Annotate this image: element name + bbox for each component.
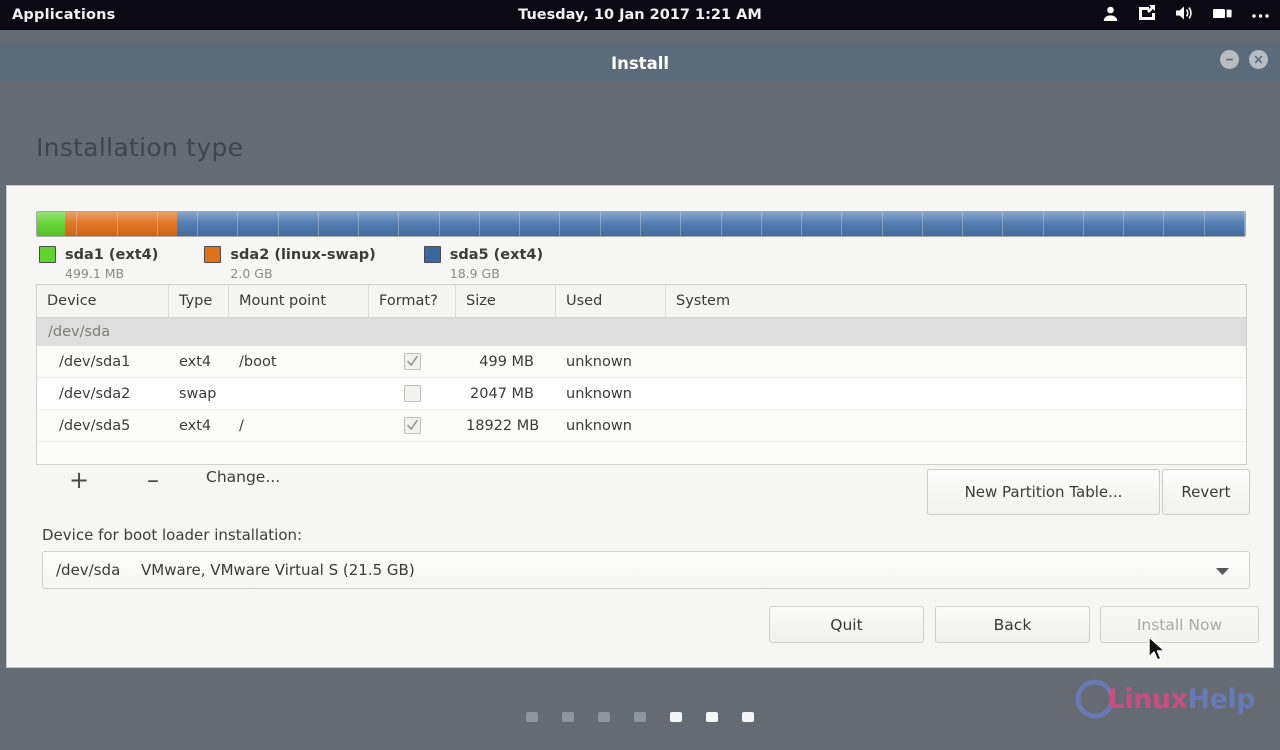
step-dot-active[interactable] bbox=[670, 712, 682, 722]
table-row[interactable]: /dev/sda2 swap 2047 MB unknown bbox=[37, 378, 1246, 410]
step-dot[interactable] bbox=[598, 712, 610, 722]
disk-usage-bar bbox=[36, 211, 1246, 237]
chevron-down-icon[interactable] bbox=[1215, 561, 1230, 580]
cell-device: /dev/sda1 bbox=[59, 353, 131, 370]
installation-type-panel: sda1 (ext4) 499.1 MB sda2 (linux-swap) 2… bbox=[6, 185, 1274, 668]
disk-segment-sda1[interactable] bbox=[37, 212, 65, 236]
bootloader-label: Device for boot loader installation: bbox=[42, 526, 303, 544]
cell-used: unknown bbox=[566, 353, 632, 370]
table-header-row: Device Type Mount point Format? Size Use… bbox=[37, 285, 1246, 318]
cell-used: unknown bbox=[566, 385, 632, 402]
group-device-label: /dev/sda bbox=[48, 324, 111, 340]
add-partition-button[interactable]: + bbox=[59, 462, 99, 498]
disk-segment-sda2[interactable] bbox=[64, 212, 178, 236]
legend-label: sda2 (linux-swap) bbox=[230, 247, 376, 263]
cell-mount-point: /boot bbox=[239, 353, 277, 370]
cell-mount-point: / bbox=[239, 417, 244, 434]
window-footer: LinuxHelp bbox=[0, 668, 1280, 750]
cell-device: /dev/sda5 bbox=[59, 417, 131, 434]
volume-icon[interactable] bbox=[1175, 5, 1194, 25]
legend-label: sda1 (ext4) bbox=[65, 247, 159, 263]
navigation-buttons: Quit Back Install Now bbox=[7, 606, 1273, 656]
step-dot-active[interactable] bbox=[706, 712, 718, 722]
column-header-system[interactable]: System bbox=[666, 285, 1246, 317]
table-group-row[interactable]: /dev/sda bbox=[37, 318, 1246, 346]
legend-item: sda5 (ext4) 18.9 GB bbox=[423, 244, 544, 282]
format-checkbox-checked-icon[interactable] bbox=[404, 353, 421, 370]
window-controls bbox=[1220, 50, 1268, 69]
bootloader-selected-description: VMware, VMware Virtual S (21.5 GB) bbox=[141, 561, 415, 579]
network-icon[interactable] bbox=[1138, 5, 1156, 25]
minimize-icon[interactable] bbox=[1220, 50, 1239, 69]
back-button[interactable]: Back bbox=[935, 606, 1090, 643]
cell-used: unknown bbox=[566, 417, 632, 434]
system-tray bbox=[1102, 5, 1270, 26]
system-top-bar: Applications Tuesday, 10 Jan 2017 1:21 A… bbox=[0, 0, 1280, 30]
cell-type: ext4 bbox=[179, 353, 212, 370]
cell-type: swap bbox=[179, 385, 217, 402]
column-header-format[interactable]: Format? bbox=[369, 285, 456, 317]
legend-label: sda5 (ext4) bbox=[449, 247, 544, 263]
linuxhelp-watermark: LinuxHelp bbox=[1074, 678, 1255, 720]
install-now-button[interactable]: Install Now bbox=[1100, 606, 1259, 643]
mouse-cursor bbox=[1148, 636, 1168, 668]
page-title: Installation type bbox=[36, 133, 244, 162]
window-title-bar: Install bbox=[0, 44, 1280, 82]
remove-partition-button[interactable]: – bbox=[133, 462, 173, 498]
format-checkbox-unchecked-icon[interactable] bbox=[404, 385, 421, 402]
watermark-help-text: Help bbox=[1187, 683, 1256, 715]
step-dot[interactable] bbox=[562, 712, 574, 722]
legend-size: 2.0 GB bbox=[230, 266, 273, 281]
install-window: Install Installation type sda1 (ext4) 49… bbox=[0, 30, 1280, 750]
cell-format bbox=[369, 385, 456, 402]
cell-type: ext4 bbox=[179, 417, 212, 434]
cell-size: 2047 MB bbox=[470, 385, 534, 402]
bootloader-selected-device: /dev/sda bbox=[56, 561, 121, 579]
legend-size: 18.9 GB bbox=[449, 266, 500, 281]
column-header-used[interactable]: Used bbox=[556, 285, 666, 317]
legend-swatch-icon bbox=[423, 246, 441, 263]
cell-size: 499 MB bbox=[479, 353, 534, 370]
quit-button[interactable]: Quit bbox=[769, 606, 924, 643]
partition-table: Device Type Mount point Format? Size Use… bbox=[36, 284, 1247, 465]
step-dot-active[interactable] bbox=[742, 712, 754, 722]
legend-swatch-icon bbox=[204, 246, 222, 263]
new-partition-table-button[interactable]: New Partition Table... bbox=[927, 469, 1160, 515]
table-row[interactable]: /dev/sda1 ext4 /boot 499 MB unknown bbox=[37, 346, 1246, 378]
format-checkbox-checked-icon[interactable] bbox=[404, 417, 421, 434]
column-header-size[interactable]: Size bbox=[456, 285, 556, 317]
table-row[interactable]: /dev/sda5 ext4 / 18922 MB unknown bbox=[37, 410, 1246, 442]
cell-format bbox=[369, 353, 456, 370]
step-dot[interactable] bbox=[634, 712, 646, 722]
cell-device: /dev/sda2 bbox=[59, 385, 131, 402]
user-icon[interactable] bbox=[1102, 5, 1119, 26]
system-clock[interactable]: Tuesday, 10 Jan 2017 1:21 AM bbox=[0, 7, 1280, 23]
close-icon[interactable] bbox=[1249, 50, 1268, 69]
bootloader-device-select[interactable]: /dev/sda VMware, VMware Virtual S (21.5 … bbox=[42, 551, 1250, 589]
column-header-device[interactable]: Device bbox=[37, 285, 169, 317]
revert-button[interactable]: Revert bbox=[1162, 469, 1250, 515]
column-header-mount-point[interactable]: Mount point bbox=[229, 285, 369, 317]
disk-segment-sda5[interactable] bbox=[177, 212, 1245, 236]
column-header-type[interactable]: Type bbox=[169, 285, 229, 317]
overflow-menu-icon[interactable] bbox=[1251, 7, 1270, 23]
cell-size: 18922 MB bbox=[466, 417, 540, 434]
window-title: Install bbox=[610, 53, 670, 73]
legend-item: sda1 (ext4) 499.1 MB bbox=[39, 244, 158, 282]
displays-icon[interactable] bbox=[1213, 6, 1232, 25]
legend-swatch-icon bbox=[39, 246, 56, 263]
step-dot[interactable] bbox=[526, 712, 538, 722]
change-partition-button[interactable]: Change... bbox=[206, 468, 280, 486]
legend-item: sda2 (linux-swap) 2.0 GB bbox=[204, 244, 376, 282]
watermark-linux-text: Linux bbox=[1107, 683, 1188, 715]
legend-size: 499.1 MB bbox=[65, 266, 125, 281]
cell-format bbox=[369, 417, 456, 434]
disk-legend: sda1 (ext4) 499.1 MB sda2 (linux-swap) 2… bbox=[39, 244, 544, 282]
